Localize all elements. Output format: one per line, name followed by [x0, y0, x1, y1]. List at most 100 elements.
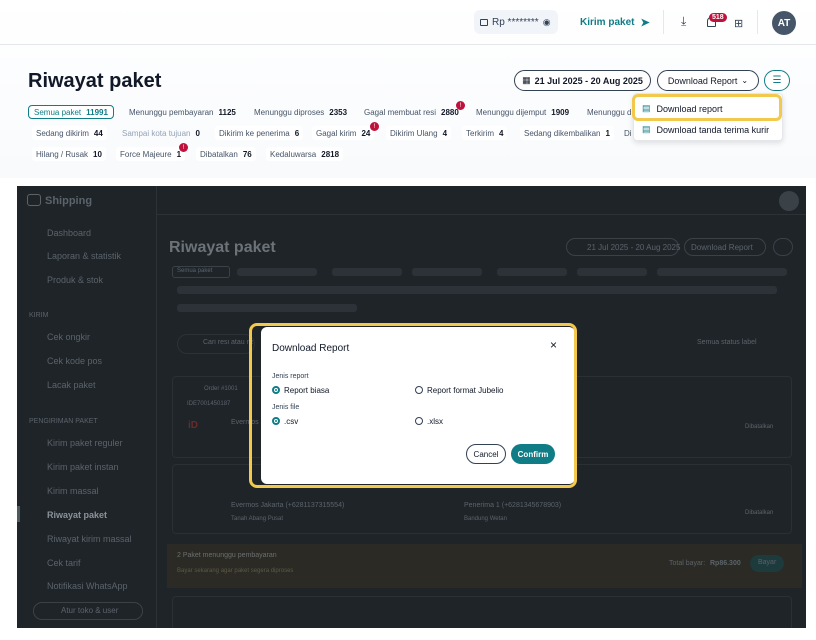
filter-chip[interactable]: Di — [624, 126, 632, 140]
status-select[interactable]: Semua status label — [697, 339, 757, 346]
sidebar-item[interactable]: Laporan & statistik — [47, 251, 121, 261]
chip-label: Semua paket — [34, 107, 82, 117]
sidebar-item[interactable]: Kirim paket reguler — [47, 438, 123, 448]
chip-count: 1125 — [218, 107, 236, 117]
sidebar-item[interactable]: Lacak paket — [47, 380, 96, 390]
chip-count: 2353 — [329, 107, 348, 117]
filter-chip[interactable]: Menunggu di — [587, 105, 633, 119]
filter-settings-button[interactable]: ☰ — [764, 70, 790, 91]
atur-toko-label: Atur toko & user — [61, 606, 119, 615]
chip-label: Sedang dikirim — [36, 128, 89, 138]
filter-chip — [657, 268, 787, 276]
download-report-label: Download Report — [691, 243, 753, 252]
filter-chip[interactable]: Sedang dikembalikan 1 — [520, 126, 614, 140]
chip-count: 0 — [195, 128, 200, 138]
chip-label: Kedaluwarsa — [270, 149, 317, 159]
filter-chip[interactable]: Menunggu diproses 2353 — [254, 105, 347, 119]
notification-badge: 518 — [709, 13, 727, 22]
chip-count: 11991 — [86, 107, 108, 117]
date-range-label: 21 Jul 2025 - 20 Aug 2025 — [534, 75, 643, 86]
filter-chip[interactable]: Sampai kota tujuan 0 — [122, 126, 200, 140]
filter-chip[interactable]: Terkirim 4 — [462, 126, 508, 140]
filter-chip[interactable]: Force Majeure 1 — [116, 147, 186, 161]
receiver-name: Penerima 1 (+6281345678903) — [464, 502, 562, 509]
chip-label: Dibatalkan — [200, 149, 238, 159]
filter-chip[interactable]: Gagal membuat resi 2880 — [364, 105, 459, 119]
sidebar-item[interactable]: Riwayat kirim massal — [47, 534, 132, 544]
chip-count: 10 — [93, 149, 102, 159]
sidebar-item[interactable]: Kirim massal — [47, 486, 99, 496]
filter-chip[interactable]: Hilang / Rusak 10 — [32, 147, 106, 161]
header-divider — [757, 10, 758, 34]
pay-button-label: Bayar — [758, 559, 777, 566]
eye-icon[interactable]: ◉ — [543, 17, 551, 28]
chip-count: 4 — [499, 128, 504, 138]
chip-count: 76 — [242, 149, 252, 159]
chip-count: 6 — [294, 128, 300, 138]
filter-chip — [577, 268, 647, 276]
page-title: Riwayat paket — [28, 70, 162, 92]
date-range-picker[interactable]: ▦ 21 Jul 2025 - 20 Aug 2025 — [514, 70, 651, 91]
wallet-icon — [480, 18, 488, 26]
balance-display[interactable]: Rp ******** ◉ — [474, 10, 558, 34]
chip-label: Hilang / Rusak — [36, 149, 89, 159]
kirim-paket-link[interactable]: Kirim paket ➤ — [580, 16, 650, 29]
sidebar: Shipping Dashboard Laporan & statistik P… — [17, 186, 157, 628]
avatar[interactable] — [779, 191, 799, 211]
chip-label: Gagal membuat resi — [364, 107, 437, 117]
filter-chip[interactable]: Dibatalkan 76 — [196, 147, 256, 161]
sidebar-item[interactable]: Produk & stok — [47, 275, 103, 285]
calendar-icon: ▦ — [522, 75, 531, 85]
status-pill: Dibatalkan — [745, 510, 774, 516]
filter-chip[interactable]: Gagal kirim 24 — [312, 126, 375, 140]
filter-settings-button[interactable] — [773, 238, 793, 256]
chip-label: Sedang dikembalikan — [524, 128, 601, 138]
date-range-label: 21 Jul 2025 - 20 Aug 2025 — [587, 243, 681, 252]
filter-chip[interactable]: Dikirim ke penerima 6 — [215, 126, 304, 140]
sidebar-item-active[interactable]: Riwayat paket — [47, 510, 107, 520]
filter-chip[interactable]: Menunggu pembayaran 1125 — [129, 105, 236, 119]
chip-label: Dikirim Ulang — [390, 128, 438, 138]
sidebar-item[interactable]: Cek ongkir — [47, 332, 90, 342]
sidebar-item[interactable]: Cek tarif — [47, 558, 81, 568]
chip-count: 2880 — [441, 107, 459, 117]
sidebar-item[interactable]: Cek kode pos — [47, 356, 102, 366]
chip-label: Menunggu pembayaran — [129, 107, 214, 117]
apps-grid-icon[interactable]: ⊞ — [734, 17, 743, 30]
filter-chip[interactable]: Sedang dikirim 44 — [32, 126, 107, 140]
kirim-paket-label: Kirim paket — [580, 17, 635, 28]
total-value: Rp86.300 — [710, 560, 741, 567]
chip-label: Sampai kota tujuan — [122, 128, 191, 138]
chip-label: Dikirim ke penerima — [219, 128, 290, 138]
chevron-down-icon: ⌄ — [741, 76, 749, 85]
filter-chip[interactable]: Menunggu dijemput 1909 — [476, 105, 569, 119]
sidebar-item[interactable]: Kirim paket instan — [47, 462, 119, 472]
chip-label: Force Majeure — [120, 149, 172, 159]
dropdown-item-download-tanda-terima[interactable]: ▤ Download tanda terima kurir — [642, 124, 769, 135]
download-report-button[interactable]: Download Report ⌄ — [657, 70, 759, 91]
sidebar-section: KIRIM — [29, 312, 49, 319]
chip-label: Gagal kirim — [316, 128, 357, 138]
download-report-label: Download Report — [667, 75, 738, 86]
filter-chip[interactable]: Kedaluwarsa 2818 — [266, 147, 344, 161]
filter-chip[interactable]: Semua paket 11991 — [28, 105, 114, 119]
header-divider — [157, 214, 806, 215]
avatar[interactable]: AT — [772, 11, 796, 35]
chip-label: Terkirim — [466, 128, 494, 138]
alert-dot: ! — [179, 143, 188, 152]
chip-count: 44 — [93, 128, 103, 138]
page-title: Riwayat paket — [169, 239, 276, 256]
balance-value: Rp ******** — [492, 16, 539, 28]
highlight-box — [249, 323, 577, 488]
logo-text: Shipping — [45, 195, 93, 207]
send-icon: ➤ — [640, 17, 650, 29]
filter-chip-label: Semua paket — [177, 268, 213, 274]
highlight-box — [632, 94, 782, 121]
filter-chip[interactable]: Dikirim Ulang 4 — [386, 126, 452, 140]
sidebar-item[interactable]: Notifikasi WhatsApp — [47, 581, 128, 591]
download-icon[interactable]: ⤓ — [681, 14, 686, 29]
filter-chip — [177, 304, 357, 312]
filter-chip — [412, 268, 482, 276]
header-separator — [0, 44, 816, 45]
sidebar-item[interactable]: Dashboard — [47, 228, 91, 238]
